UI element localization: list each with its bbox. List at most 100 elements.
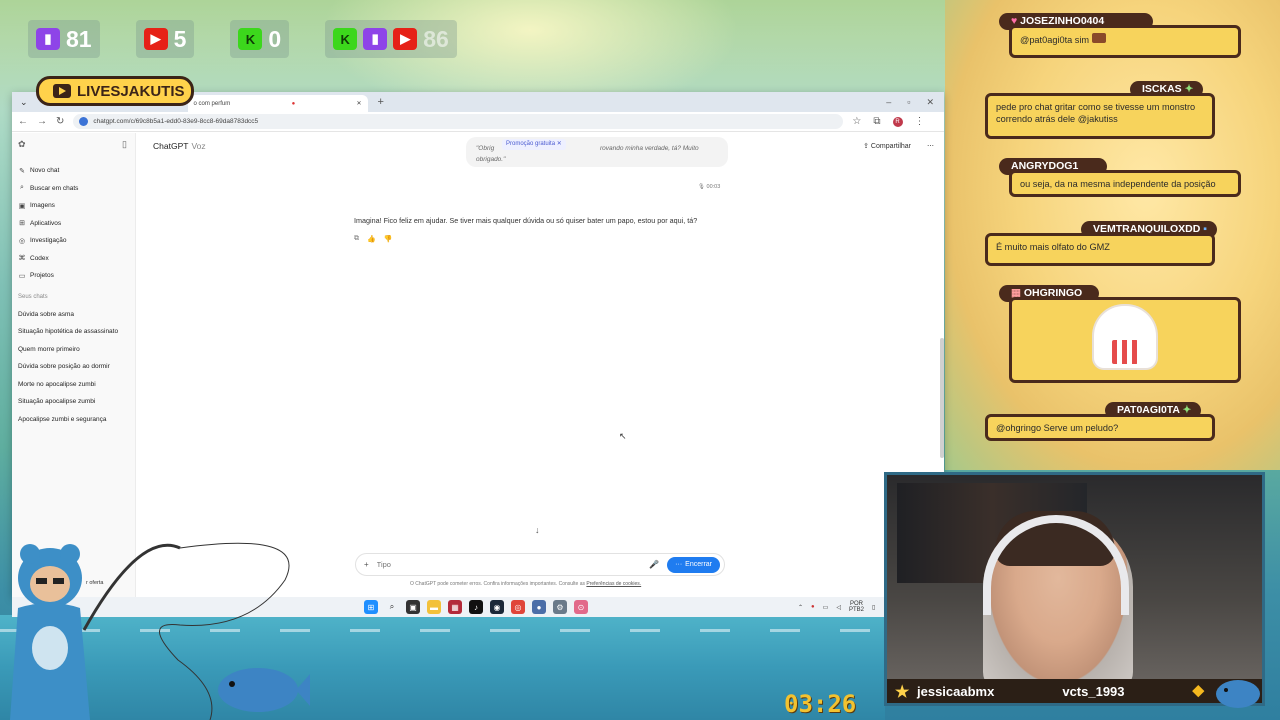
tab-close-icon[interactable]: ✕ [357,100,362,107]
tray-chevron-icon[interactable]: ⌃ [798,604,803,611]
chat-history-item[interactable]: Apocalipse zumbi e segurança [12,411,135,429]
sidebar-item-research[interactable]: ◎ Investigação [12,232,135,250]
tiktok-icon[interactable]: ♪ [469,600,483,614]
blue-app-icon[interactable]: ● [532,600,546,614]
red-app-icon[interactable]: ▦ [448,600,462,614]
forward-icon[interactable]: → [37,116,47,127]
steam-icon[interactable]: ◉ [490,600,504,614]
more-options-icon[interactable]: ⋯ [927,142,934,150]
timestamp-text: 00:03 [706,184,721,190]
task-view-icon[interactable]: ▣ [406,600,420,614]
promo-label: Promoção gratuita [506,141,556,147]
network-icon[interactable]: ▭ [823,604,829,611]
popcorn-emote-icon [1094,306,1156,368]
promo-close-icon[interactable]: ✕ [557,141,562,147]
window-controls: – ▫ ✕ [886,97,944,108]
obs-icon[interactable]: ⊙ [574,600,588,614]
sidebar-item-apps[interactable]: ⊞ Aplicativos [12,215,135,233]
sidebar-item-projects[interactable]: ▭ Projetos [12,267,135,285]
toggle-sidebar-icon[interactable]: ▯ [122,139,127,150]
total-viewers: 86 [423,25,449,52]
header-actions: ⇪ Compartilhar ⋯ [863,142,934,150]
sidebar-item-images[interactable]: ▣ Imagens [12,197,135,215]
sidebar-item-codex[interactable]: ⌘ Codex [12,250,135,268]
new-tab-icon[interactable]: + [378,96,384,108]
tab-list-chevron-icon[interactable]: ⌄ [20,97,28,108]
add-attachment-icon[interactable]: + [364,560,369,569]
tray-app-icon[interactable]: ● [811,604,815,610]
thumbs-up-icon[interactable]: 👍 [367,235,376,243]
close-window-icon[interactable]: ✕ [926,97,934,108]
model-label[interactable]: Voz [191,141,205,151]
chat-text: @pat0agi0ta sim [1009,25,1241,58]
sidebar-item-label: Novo chat [30,167,60,175]
windows-start-icon[interactable]: ⊞ [364,600,378,614]
user-message: "Obrig Promoção gratuita ✕ rovando minha… [466,137,728,167]
dictate-mic-icon[interactable]: 🎤 [649,560,659,569]
url-text: chatgpt.com/c/69c8b5a1-edd0-83e9-8cc8-69… [93,118,259,125]
chat-history-item[interactable]: Situação hipotética de assassinato [12,323,135,341]
prompt-input[interactable] [376,560,650,569]
assistant-message: Imagina! Fico feliz em ajudar. Se tiver … [354,216,698,225]
url-field[interactable]: chatgpt.com/c/69c8b5a1-edd0-83e9-8cc8-69… [73,114,844,129]
chat-history-item[interactable]: Dúvida sobre asma [12,306,135,324]
file-explorer-icon[interactable]: ▬ [427,600,441,614]
scroll-down-icon[interactable]: ↓ [535,525,540,535]
settings-icon[interactable]: ⚙ [553,600,567,614]
scrollbar[interactable] [940,338,944,458]
total-counter: K ▮ ▶ 86 [325,20,457,58]
volume-icon[interactable]: ◁ [836,604,841,611]
twitch-viewers: 81 [66,25,92,52]
fish-icon [1216,680,1260,708]
bookmark-star-icon[interactable]: ☆ [852,116,861,127]
chats-section-label: Seus chats [18,293,48,300]
maximize-icon[interactable]: ▫ [907,97,910,108]
openai-logo-icon[interactable]: ✿ [18,139,26,150]
youtube-icon: ▶ [393,28,418,50]
language-indicator[interactable]: POR PTB2 [849,601,864,613]
reload-icon[interactable]: ↻ [56,116,64,127]
share-button[interactable]: ⇪ Compartilhar [863,142,911,150]
sidebar-item-search[interactable]: ⌕ Buscar em chats [12,180,135,198]
chat-history-item[interactable]: Morte no apocalipse zumbi [12,376,135,394]
cookie-preferences-link[interactable]: Preferências de cookies. [586,581,641,587]
mascot-character [10,544,90,720]
chat-history-item[interactable]: Quem morre primeiro [12,341,135,359]
copy-icon[interactable]: ⧉ [354,235,359,243]
tab-title: o com perfum [193,100,231,107]
minimize-icon[interactable]: – [886,97,891,108]
end-voice-button[interactable]: ··· Encerrar [667,556,720,573]
kick-viewers: 0 [268,25,282,52]
chat-history-item[interactable]: Situação apocalipse zumbi [12,393,135,411]
recent-follower: jessicaabmx [917,683,995,699]
webcam-frame: ★ jessicaabmx vcts_1993 ◆ [884,472,1265,706]
browser-menu-icon[interactable]: ⋮ [915,116,925,127]
thumbs-down-icon[interactable]: 👎 [384,235,393,243]
search-icon[interactable]: ⌕ [385,600,399,614]
chatgpt-app: ✿ ▯ ✎ Novo chat ⌕ Buscar em chats ▣ Imag… [12,133,944,597]
disclaimer: O ChatGPT pode cometer erros. Confira in… [410,581,641,587]
extensions-icon[interactable]: ⧉ [873,116,880,127]
twitch-icon: ▮ [363,28,388,50]
kick-counter: K 0 [230,20,290,58]
voice-timestamp: 🎙 00:03 [698,184,720,190]
profile-avatar[interactable]: R [892,116,903,127]
kick-icon: K [333,28,358,50]
promo-badge[interactable]: Promoção gratuita ✕ [502,139,566,150]
site-info-icon[interactable] [79,117,89,126]
sidebar-item-new-chat[interactable]: ✎ Novo chat [12,162,135,180]
clock-icon[interactable]: ▯ [872,604,875,611]
waveform-icon: ··· [675,561,683,568]
mic-icon: 🎙 [698,184,705,190]
address-bar: ← → ↻ chatgpt.com/c/69c8b5a1-edd0-83e9-8… [12,112,944,132]
sidebar-item-label: Investigação [30,237,67,245]
browser-tab[interactable]: o com perfum ● ✕ [187,95,368,112]
channel-name: LIVESJAKUTIS [77,82,185,100]
chat-history-item[interactable]: Dúvida sobre posição ao dormir [12,358,135,376]
stream-timer: 03:26 [784,690,857,718]
chrome-icon[interactable]: ◎ [511,600,525,614]
app-title[interactable]: ChatGPT [153,141,188,151]
chat-text: ou seja, da na mesma independente da pos… [1009,170,1241,197]
back-icon[interactable]: ← [18,116,28,127]
compose-icon: ✎ [19,167,25,175]
